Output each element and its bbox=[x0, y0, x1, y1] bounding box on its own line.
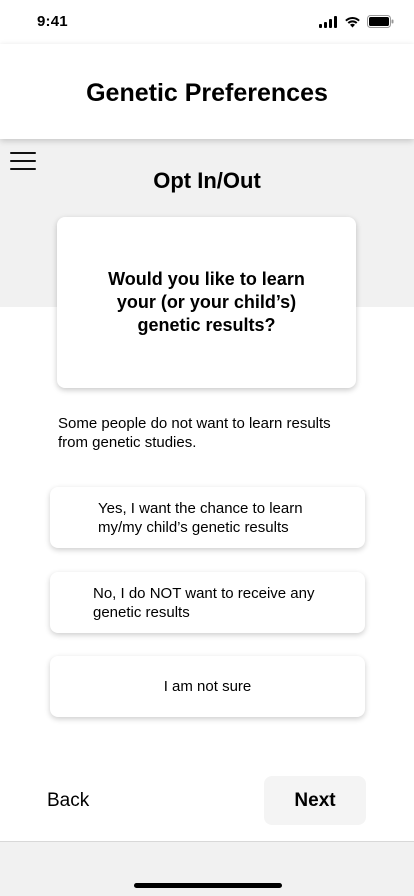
question-text: Would you like to learn your (or your ch… bbox=[108, 269, 305, 335]
option-label: No, I do NOT want to receive any genetic… bbox=[93, 584, 315, 621]
status-time: 9:41 bbox=[37, 13, 68, 30]
menu-line bbox=[10, 168, 36, 170]
page-title: Genetic Preferences bbox=[86, 79, 328, 107]
battery-icon bbox=[367, 15, 394, 28]
bottom-bar bbox=[0, 841, 414, 896]
intro-text: Some people do not want to learn results… bbox=[58, 415, 331, 451]
back-button[interactable]: Back bbox=[47, 790, 89, 812]
menu-line bbox=[10, 152, 36, 154]
home-indicator[interactable] bbox=[134, 883, 282, 888]
next-button[interactable]: Next bbox=[264, 776, 366, 825]
hamburger-menu-icon[interactable] bbox=[10, 152, 36, 172]
cellular-signal-icon bbox=[319, 15, 337, 28]
option-label: Yes, I want the chance to learn my/my ch… bbox=[98, 499, 303, 536]
option-yes-button[interactable]: Yes, I want the chance to learn my/my ch… bbox=[50, 487, 365, 548]
status-bar: 9:41 bbox=[0, 0, 414, 44]
menu-line bbox=[10, 160, 36, 162]
status-icons bbox=[319, 15, 394, 28]
app-header: Genetic Preferences bbox=[0, 44, 414, 139]
option-not-sure-button[interactable]: I am not sure bbox=[50, 656, 365, 717]
wifi-icon bbox=[345, 16, 360, 27]
section-title: Opt In/Out bbox=[153, 168, 261, 193]
question-card: Would you like to learn your (or your ch… bbox=[57, 217, 356, 388]
option-label: I am not sure bbox=[163, 678, 252, 695]
option-no-button[interactable]: No, I do NOT want to receive any genetic… bbox=[50, 572, 365, 633]
